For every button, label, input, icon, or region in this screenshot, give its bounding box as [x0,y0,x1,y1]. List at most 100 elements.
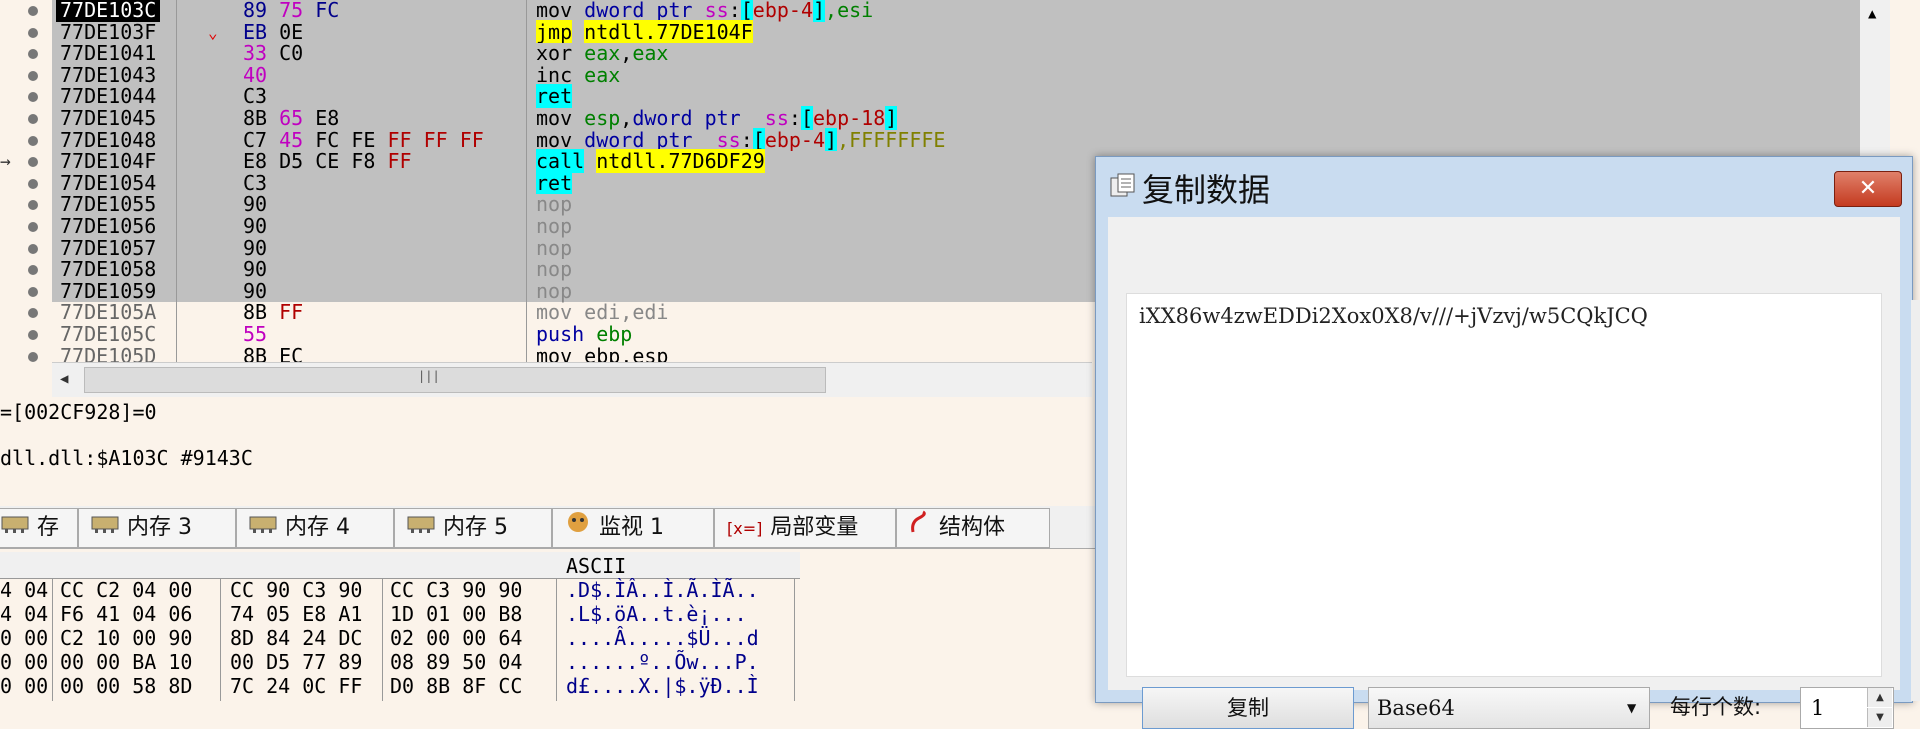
instruction-token: nop [536,192,573,217]
data-textarea[interactable]: iXX86w4zwEDDi2Xox0X8/v///+jVzvj/w5CQkJCQ [1126,293,1882,677]
breakpoint-gutter[interactable] [0,237,52,260]
ascii-column-header[interactable]: ASCII [566,554,626,578]
breakpoint-gutter[interactable] [0,280,52,303]
address: 77DE1056 [60,213,157,238]
scroll-thumb[interactable] [84,367,826,393]
disasm-row[interactable]: 77DE1041 33 C0 xor eax,eax [0,42,1860,65]
breakpoint-dot-icon[interactable] [28,329,38,340]
instruction-token: ebp [596,321,633,346]
address: 77DE1059 [60,278,157,303]
breakpoint-gutter[interactable] [0,259,52,281]
breakpoint-dot-icon[interactable] [28,351,38,362]
address: 77DE103C [56,0,161,22]
opcode-bytes: 90 [243,237,267,260]
scroll-up-icon[interactable]: ▲ [1868,6,1876,22]
disasm-row[interactable]: 77DE1045 8B 65 E8 mov esp,dword ptr ss:[eb… [0,105,1860,130]
instruction: push ebp [536,321,633,346]
opcode-bytes: 8B FF [243,302,303,324]
tab-4[interactable]: 内存 5 [394,508,552,548]
breakpoint-dot-icon[interactable] [28,70,38,81]
disasm-row[interactable]: 77DE1043 40 inc eax [0,64,1860,87]
disasm-row[interactable]: 77DE103F ⌄ EB 0E jmp ntdll.77DE104F [0,19,1860,44]
instruction-token: ebp-4 [764,127,826,152]
dialog-titlebar[interactable]: 复制数据 ✕ [1096,157,1912,211]
hex-bytes: 74 05 E8 A1 [230,602,363,626]
breakpoint-dot-icon[interactable] [28,243,38,254]
close-button[interactable]: ✕ [1834,171,1902,207]
breakpoint-dot-icon[interactable] [28,135,38,146]
copy-button[interactable]: 复制 [1142,687,1354,729]
breakpoint-gutter[interactable] [0,0,52,22]
address: 77DE1048 [60,127,157,152]
column-separator[interactable] [526,0,527,362]
breakpoint-gutter[interactable] [0,64,52,87]
instruction: inc eax [536,64,620,87]
instruction-token: ] [825,127,838,152]
breakpoint-gutter[interactable] [0,129,52,152]
breakpoint-gutter[interactable] [0,194,52,216]
instruction: mov edi,edi [536,302,668,324]
tab-3[interactable]: 内存 4 [236,508,394,548]
breakpoint-dot-icon[interactable] [28,157,38,168]
breakpoint-gutter[interactable]: → [0,151,52,173]
breakpoint-dot-icon[interactable] [28,265,38,276]
opcode-token: C3 [243,84,268,109]
breakpoint-gutter[interactable] [0,345,52,362]
breakpoint-dot-icon[interactable] [28,113,38,124]
instruction-token: nop [536,278,573,303]
opcode-token: 8B EC [243,343,304,362]
breakpoint-dot-icon[interactable] [28,221,38,232]
hex-bytes: 4 04 [0,602,49,626]
address: 77DE105C [60,321,157,346]
breakpoint-dot-icon[interactable] [28,27,38,38]
opcode-token: 8B [243,300,280,325]
breakpoint-dot-icon[interactable] [28,286,38,297]
breakpoint-gutter[interactable] [0,323,52,346]
right-edge-pane [1911,300,1920,701]
breakpoint-gutter[interactable] [0,43,52,65]
opcode-bytes: E8 D5 CE F8 FF [243,149,412,174]
disasm-row[interactable]: 77DE103C 89 75 FC mov dword ptr ss:[ebp-4]… [0,0,1860,22]
instruction-token: push [536,321,597,346]
hex-dump-pane[interactable]: ASCII 4 04 CC C2 04 00 CC 90 C3 90 CC C3 90… [0,550,1100,701]
tab-2[interactable]: 内存 3 [78,508,236,548]
opcode-bytes: C7 45 FC FE FF FF FF [243,127,484,152]
format-select[interactable]: Base64 ▼ [1368,687,1650,729]
spin-up-icon[interactable]: ▲ [1867,688,1892,707]
breakpoint-dot-icon[interactable] [28,308,38,319]
column-separator[interactable] [176,0,177,362]
disasm-row[interactable]: 77DE1044 C3 ret [0,84,1860,109]
hex-bytes: 0 00 [0,650,49,674]
breakpoint-gutter[interactable] [0,302,52,324]
breakpoint-gutter[interactable] [0,172,52,195]
opcode-token: 45 [279,127,316,152]
instruction-token: ] [885,105,898,130]
scroll-left-icon[interactable]: ◀ [60,371,68,387]
hex-bytes: F6 41 04 06 [60,602,193,626]
disasm-row[interactable]: 77DE1048 C7 45 FC FE FF FF FF mov dword pt… [0,127,1860,152]
opcode-bytes: 55 [243,321,268,346]
instruction: mov ebp,esp [536,345,668,362]
spin-down-icon[interactable]: ▼ [1867,708,1892,727]
breakpoint-dot-icon[interactable] [28,200,38,211]
breakpoint-dot-icon[interactable] [28,178,38,189]
per-line-value[interactable]: 1 [1811,688,1824,728]
per-line-spinner[interactable]: 1 ▲ ▼ [1800,687,1894,729]
opcode-token: E8 D5 CE F8 [243,149,388,174]
tab-7[interactable]: 结构体 [896,508,1050,548]
instruction-token: dword ptr [632,105,753,130]
breakpoint-dot-icon[interactable] [28,6,38,16]
breakpoint-gutter[interactable] [0,86,52,108]
tab-5[interactable]: 监视 1 [552,508,714,548]
breakpoint-dot-icon[interactable] [28,49,38,60]
tab-1[interactable]: 存 2 [0,508,78,578]
tab-6[interactable]: [x=] 局部变量 [714,508,896,548]
opcode-token: 0E [279,19,304,44]
breakpoint-gutter[interactable] [0,107,52,130]
breakpoint-gutter[interactable] [0,21,52,44]
hex-bytes: 1D 01 00 B8 [390,602,523,626]
breakpoint-dot-icon[interactable] [28,92,38,103]
opcode-token: 55 [243,321,268,346]
breakpoint-gutter[interactable] [0,215,52,238]
horizontal-scrollbar[interactable]: ◀ ||| [52,362,1092,397]
